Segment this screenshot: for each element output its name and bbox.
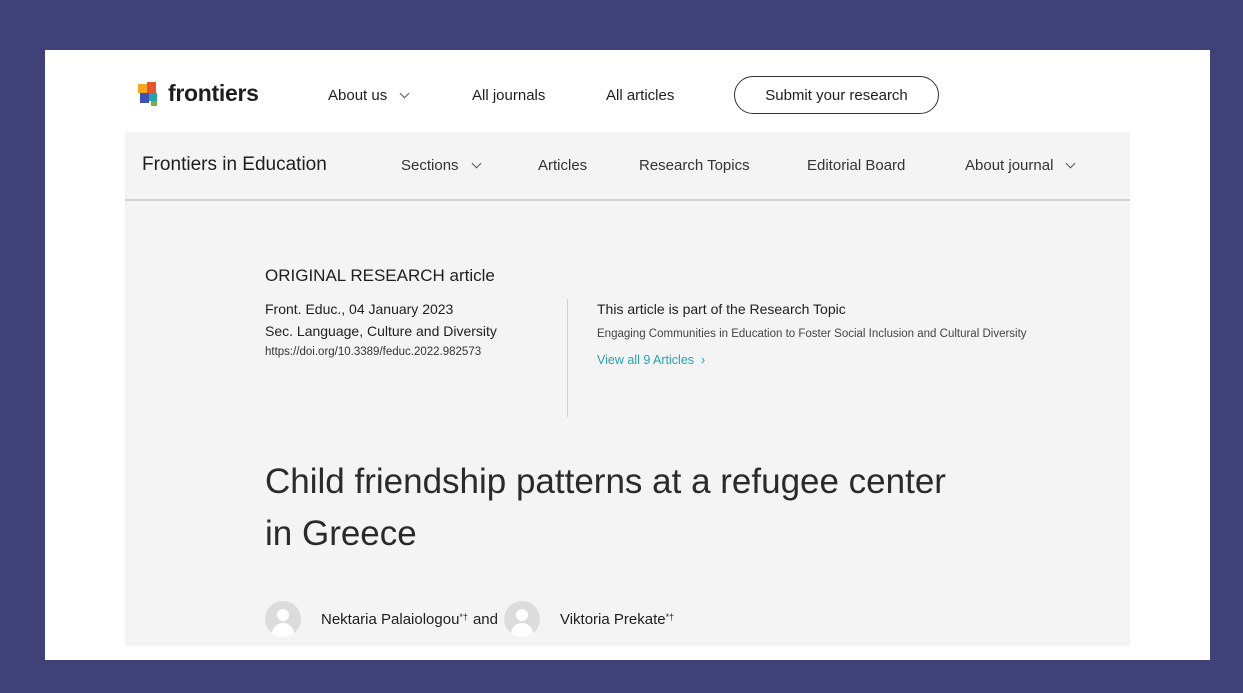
journal-nav-sections-label: Sections (401, 157, 459, 174)
nav-about-us-label: About us (328, 87, 388, 104)
journal-nav-about-journal-label: About journal (965, 157, 1054, 174)
journal-nav-about-journal[interactable]: About journal (965, 157, 1076, 174)
article-doi[interactable]: https://doi.org/10.3389/feduc.2022.98257… (265, 342, 535, 362)
journal-navigation: Frontiers in Education Sections Articles… (125, 132, 1130, 201)
author-marks: *† (459, 612, 468, 622)
meta-divider (567, 299, 568, 417)
nav-all-journals[interactable]: All journals (472, 87, 545, 104)
article-section[interactable]: Sec. Language, Culture and Diversity (265, 320, 555, 342)
article-meta: Front. Educ., 04 January 2023 Sec. Langu… (265, 298, 555, 362)
nav-all-articles[interactable]: All articles (606, 87, 674, 104)
chevron-down-icon (399, 88, 410, 98)
submit-research-button[interactable]: Submit your research (734, 76, 939, 114)
frontiers-logo[interactable]: frontiers (138, 80, 259, 107)
page-frame: frontiers About us All journals All arti… (45, 50, 1210, 660)
article-title: Child friendship patterns at a refugee c… (265, 462, 946, 553)
journal-nav-articles-label: Articles (538, 157, 588, 174)
top-navigation: frontiers About us All journals All arti… (45, 50, 1210, 132)
frontiers-logo-icon (138, 81, 162, 106)
journal-nav-sections[interactable]: Sections (401, 157, 481, 174)
research-topic-box: This article is part of the Research Top… (597, 298, 1027, 367)
nav-all-journals-label: All journals (472, 87, 546, 104)
brand-name: frontiers (168, 80, 259, 106)
chevron-down-icon (1065, 158, 1076, 168)
nav-about-us[interactable]: About us (328, 87, 410, 104)
research-topic-heading: This article is part of the Research Top… (597, 301, 846, 317)
author-name[interactable]: Viktoria Prekate (560, 611, 666, 628)
journal-nav-research-topics[interactable]: Research Topics (639, 157, 750, 174)
article-header: ORIGINAL RESEARCH article Front. Educ., … (125, 201, 1130, 646)
chevron-down-icon (471, 158, 481, 168)
nav-all-articles-label: All articles (606, 87, 675, 104)
avatar-placeholder-icon[interactable] (503, 601, 540, 637)
journal-title[interactable]: Frontiers in Education (142, 154, 327, 176)
journal-nav-editorial-board[interactable]: Editorial Board (807, 157, 905, 174)
author-joiner: and (472, 610, 498, 628)
journal-nav-articles[interactable]: Articles (538, 157, 587, 174)
author-list: Nektaria Palaiologou *† and Viktoria Prek… (265, 601, 674, 637)
avatar-placeholder-icon[interactable] (265, 601, 301, 637)
journal-nav-research-topics-label: Research Topics (639, 157, 750, 174)
research-topic-name[interactable]: Engaging Communities in Education to Fos… (597, 324, 1027, 344)
article-type: ORIGINAL RESEARCH article (265, 266, 495, 285)
chevron-right-icon: › (697, 353, 706, 367)
view-all-articles-link[interactable]: View all 9 Articles › (597, 353, 1027, 367)
journal-nav-editorial-board-label: Editorial Board (807, 157, 906, 174)
author-marks: *† (665, 612, 675, 622)
article-citation: Front. Educ., 04 January 2023 (265, 301, 454, 317)
view-all-articles-label: View all 9 Articles (597, 353, 695, 367)
author-name[interactable]: Nektaria Palaiologou (321, 611, 459, 628)
